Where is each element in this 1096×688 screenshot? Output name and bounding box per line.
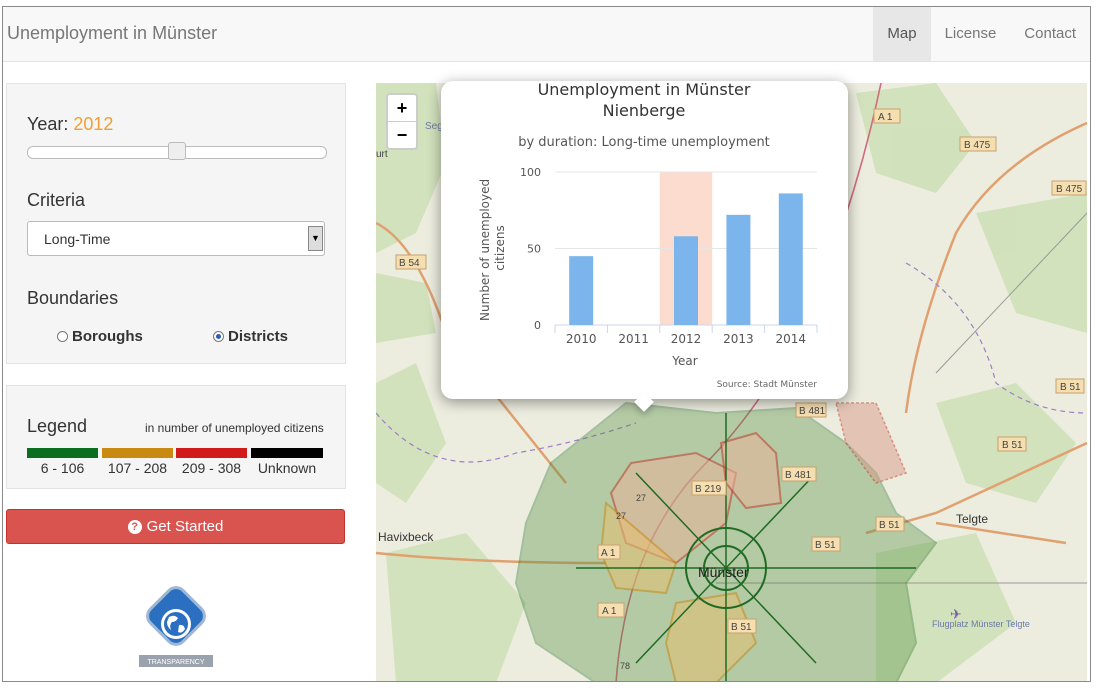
- legend-label-medium: 107 - 208: [107, 460, 168, 476]
- criteria-selected-value: Long-Time: [44, 231, 111, 247]
- legend-subtitle: in number of unemployed citizens: [145, 421, 324, 435]
- chart-title: Unemployment in Münster: [538, 81, 751, 99]
- nav-license[interactable]: License: [931, 7, 1011, 61]
- controls-panel: Year: 2012 Criteria Long-Time ▼ Boundari…: [6, 83, 346, 364]
- chart-ylabel-line1: Number of unemployed: [478, 179, 492, 321]
- map-label-b51-centre: B 51: [879, 520, 900, 531]
- nav-contact[interactable]: Contact: [1010, 7, 1090, 61]
- map-label-b481: B 481: [785, 470, 812, 481]
- map-label-a1: A 1: [878, 112, 893, 123]
- chart-xlabel: Year: [671, 354, 697, 368]
- boundaries-label: Boundaries: [27, 288, 119, 308]
- chart-bar-2013: [726, 214, 751, 325]
- logo-text: TRANSPARENCY: [147, 659, 204, 666]
- map-label-muenster: Münster: [698, 564, 749, 580]
- chart-bar-2014: [778, 193, 803, 325]
- zoom-in-button[interactable]: +: [388, 95, 416, 122]
- legend-swatch-high: [176, 448, 247, 458]
- radio-boroughs-label: Boroughs: [72, 328, 143, 345]
- map-label-airport: Flugplatz Münster Telgte: [932, 619, 1030, 629]
- year-label: Year: 2012: [27, 114, 113, 135]
- chart-xtick-label: 2010: [566, 332, 597, 346]
- chart-ytick-label: 50: [527, 243, 541, 256]
- nav-menu: Map License Contact: [873, 7, 1090, 61]
- chart-ylabel: Number of unemployed citizens: [478, 175, 507, 321]
- map-label-b51-south: B 51: [815, 540, 836, 551]
- year-slider-handle[interactable]: [168, 142, 186, 160]
- criteria-label: Criteria: [27, 190, 86, 210]
- chart-xtick-label: 2012: [671, 332, 702, 346]
- legend-label-low: 6 - 106: [40, 460, 85, 476]
- map-label-havixbeck: Havixbeck: [378, 530, 434, 544]
- map-label-b219: B 219: [695, 484, 722, 495]
- get-started-button[interactable]: ? Get Started: [6, 509, 345, 544]
- chart-popup: Unemployment in Münster Nienberge by dur…: [441, 81, 848, 412]
- chart-plot: 0 50 100 2010 2011 2012 2013 2014: [520, 166, 818, 346]
- app-frame: Unemployment in Münster Map License Cont…: [2, 6, 1091, 682]
- radio-boroughs[interactable]: Boroughs: [57, 328, 143, 345]
- chart-ytick-label: 0: [534, 319, 541, 332]
- map-label-a1-west: A 1: [601, 548, 616, 559]
- year-value: 2012: [73, 114, 114, 134]
- legend-swatch-low: [27, 448, 98, 458]
- chart-title-district: Nienberge: [603, 101, 686, 120]
- map-label-27a: 27: [636, 493, 646, 503]
- criteria-select[interactable]: Long-Time ▼: [27, 221, 325, 256]
- district-overlay: [514, 401, 938, 681]
- map-label-b51-inner: B 51: [731, 622, 752, 633]
- brand-title[interactable]: Unemployment in Münster: [7, 23, 217, 44]
- legend-panel: Legend in number of unemployed citizens …: [6, 385, 346, 489]
- map-label-urt: urt: [376, 149, 388, 160]
- globe-icon: [161, 609, 191, 639]
- map-label-b54: B 54: [399, 258, 420, 269]
- navbar: Unemployment in Münster Map License Cont…: [3, 7, 1090, 62]
- bar-chart: Unemployment in Münster Nienberge by dur…: [478, 81, 818, 390]
- radio-districts[interactable]: Districts: [213, 328, 288, 345]
- year-slider[interactable]: [27, 142, 327, 160]
- dropdown-arrow-icon[interactable]: ▼: [308, 226, 323, 251]
- map-label-27b: 27: [616, 511, 626, 521]
- map-label-b481-north: B 481: [799, 406, 826, 417]
- zoom-control: + −: [386, 93, 418, 150]
- airport-icon: ✈: [950, 606, 962, 622]
- chart-ylabel-line2: citizens: [493, 225, 507, 271]
- map-label-a1-south: A 1: [602, 606, 617, 617]
- map-label-b475: B 475: [964, 140, 991, 151]
- nav-map[interactable]: Map: [873, 7, 931, 61]
- map-label-78: 78: [620, 661, 630, 671]
- legend-swatch-medium: [102, 448, 173, 458]
- map-label-b475-east: B 475: [1056, 184, 1083, 195]
- get-started-label: Get Started: [146, 518, 224, 535]
- radio-districts-circle[interactable]: [213, 331, 224, 342]
- year-label-text: Year:: [27, 114, 74, 134]
- legend-label-unknown: Unknown: [257, 460, 317, 476]
- transparency-logo: TRANSPARENCY: [139, 586, 213, 667]
- radio-districts-label: Districts: [228, 328, 289, 345]
- map-label-telgte: Telgte: [956, 512, 988, 526]
- legend-swatch-unknown: [251, 448, 323, 458]
- chart-xtick-label: 2014: [776, 332, 807, 346]
- chart-bar-2012: [674, 236, 698, 325]
- chart-subtitle: by duration: Long-time unemployment: [518, 135, 770, 150]
- map-label-b51-east: B 51: [1060, 382, 1081, 393]
- zoom-out-button[interactable]: −: [388, 122, 416, 148]
- chart-xtick-label: 2013: [723, 332, 754, 346]
- radio-boroughs-circle[interactable]: [57, 331, 68, 342]
- legend-label-high: 209 - 308: [181, 460, 242, 476]
- question-circle-icon: ?: [127, 519, 142, 534]
- legend-title: Legend: [27, 416, 88, 436]
- chart-source: Source: Stadt Münster: [717, 380, 818, 390]
- chart-ytick-label: 100: [520, 166, 541, 179]
- chart-bar-2010: [569, 256, 594, 325]
- chart-xtick-label: 2011: [618, 332, 649, 346]
- map-label-b51: B 51: [1002, 440, 1023, 451]
